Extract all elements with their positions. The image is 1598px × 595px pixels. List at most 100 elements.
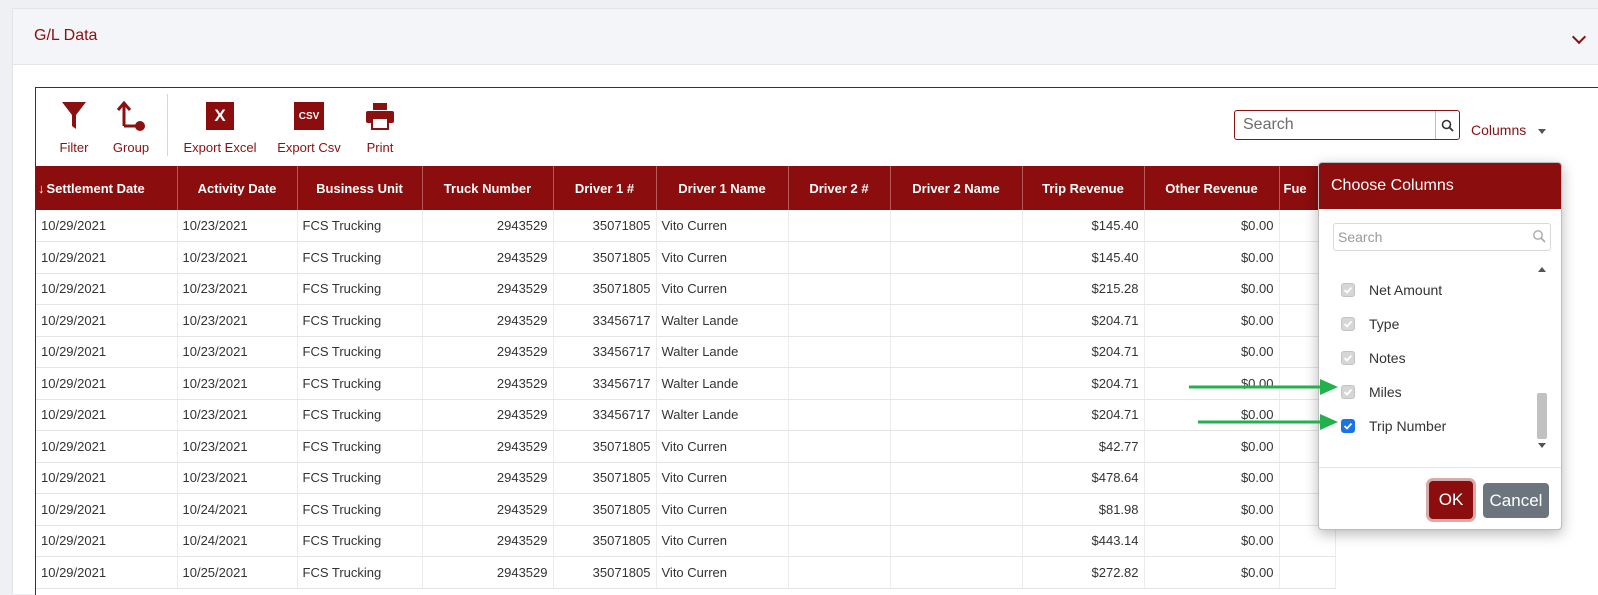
truck-number-cell: 2943529 — [422, 556, 554, 589]
print-button[interactable]: Print — [364, 98, 396, 155]
business-unit-cell: FCS Trucking — [297, 525, 423, 557]
table-row[interactable]: 10/29/2021 10/23/2021 FCS Trucking 2943529 3… — [36, 399, 1336, 431]
dialog-title: Choose Columns — [1319, 163, 1561, 209]
scroll-down-icon[interactable] — [1538, 443, 1546, 448]
business-unit-cell: FCS Trucking — [297, 336, 423, 368]
column-option-miles[interactable]: Miles — [1341, 381, 1402, 403]
grid-toolbar: Filter Group X Export Excel CSV Export C… — [36, 88, 1598, 166]
scroll-up-icon[interactable] — [1538, 267, 1546, 272]
search-icon — [1532, 229, 1546, 248]
driver-2-number-cell — [788, 273, 891, 305]
driver-1-name-cell: Vito Curren — [656, 556, 789, 589]
truck-number-cell: 2943529 — [422, 399, 554, 431]
table-row[interactable]: 10/29/2021 10/23/2021 FCS Trucking 2943529 3… — [36, 367, 1336, 400]
fuel-cell — [1279, 556, 1336, 589]
business-unit-cell: FCS Trucking — [297, 493, 423, 526]
col-header-activity-date[interactable]: Activity Date — [177, 166, 298, 210]
grid-search-input[interactable] — [1235, 111, 1435, 139]
table-row[interactable]: 10/29/2021 10/23/2021 FCS Trucking 2943529 3… — [36, 273, 1336, 305]
table-row[interactable]: 10/29/2021 10/24/2021 FCS Trucking 2943529 3… — [36, 493, 1336, 526]
table-row[interactable]: 10/29/2021 10/23/2021 FCS Trucking 2943529 3… — [36, 210, 1336, 242]
filter-button[interactable]: Filter — [54, 98, 94, 155]
column-option-net-amount[interactable]: Net Amount — [1341, 279, 1442, 301]
driver-2-name-cell — [890, 462, 1023, 494]
group-button[interactable]: Group — [110, 98, 152, 155]
driver-2-number-cell — [788, 210, 891, 242]
col-header-driver-1-number[interactable]: Driver 1 # — [553, 166, 657, 210]
checkbox[interactable] — [1341, 419, 1355, 433]
grid-search-box — [1234, 110, 1460, 140]
scroll-thumb[interactable] — [1537, 393, 1547, 439]
check-icon — [1343, 354, 1353, 362]
checkbox[interactable] — [1341, 283, 1355, 297]
arrow-right-icon — [1189, 379, 1338, 395]
col-header-other-revenue[interactable]: Other Revenue — [1144, 166, 1280, 210]
business-unit-cell: FCS Trucking — [297, 556, 423, 589]
activity-date-cell: 10/23/2021 — [177, 399, 298, 431]
group-label: Group — [112, 140, 150, 155]
driver-1-number-cell: 35071805 — [553, 210, 657, 242]
table-row[interactable]: 10/29/2021 10/24/2021 FCS Trucking 2943529 3… — [36, 525, 1336, 557]
checkbox[interactable] — [1341, 385, 1355, 399]
check-icon — [1343, 320, 1353, 328]
col-header-driver-1-name[interactable]: Driver 1 Name — [656, 166, 789, 210]
caret-down-icon[interactable] — [1538, 129, 1546, 134]
cancel-button[interactable]: Cancel — [1483, 483, 1549, 518]
driver-2-number-cell — [788, 493, 891, 526]
checkbox[interactable] — [1341, 317, 1355, 331]
export-csv-label: Export Csv — [277, 140, 341, 155]
filter-icon — [62, 102, 86, 129]
activity-date-cell: 10/23/2021 — [177, 430, 298, 463]
chevron-down-icon[interactable] — [1571, 29, 1587, 45]
col-header-truck-number[interactable]: Truck Number — [422, 166, 554, 210]
driver-1-number-cell: 35071805 — [553, 430, 657, 463]
trip-revenue-cell: $145.40 — [1022, 241, 1145, 274]
grid-search-button[interactable] — [1435, 111, 1459, 139]
sort-arrow-down-icon: ↓ — [38, 180, 45, 196]
table-row[interactable]: 10/29/2021 10/25/2021 FCS Trucking 2943529 3… — [36, 556, 1336, 589]
columns-button[interactable]: Columns — [1471, 122, 1526, 138]
csv-icon: CSV — [294, 102, 324, 130]
driver-2-name-cell — [890, 273, 1023, 305]
table-row[interactable]: 10/29/2021 10/23/2021 FCS Trucking 2943529 3… — [36, 336, 1336, 368]
trip-revenue-cell: $42.77 — [1022, 430, 1145, 463]
trip-revenue-cell: $204.71 — [1022, 399, 1145, 431]
truck-number-cell: 2943529 — [422, 430, 554, 463]
table-row[interactable]: 10/29/2021 10/23/2021 FCS Trucking 2943529 3… — [36, 462, 1336, 494]
col-header-settlement-date[interactable]: ↓ Settlement Date — [36, 166, 178, 210]
driver-2-name-cell — [890, 336, 1023, 368]
column-option-type[interactable]: Type — [1341, 313, 1399, 335]
activity-date-cell: 10/23/2021 — [177, 210, 298, 242]
trip-revenue-cell: $145.40 — [1022, 210, 1145, 242]
column-list-scrollbar[interactable] — [1535, 263, 1549, 455]
col-header-driver-2-name[interactable]: Driver 2 Name — [890, 166, 1023, 210]
column-option-notes[interactable]: Notes — [1341, 347, 1406, 369]
driver-1-name-cell: Vito Curren — [656, 462, 789, 494]
checkbox[interactable] — [1341, 351, 1355, 365]
table-row[interactable]: 10/29/2021 10/23/2021 FCS Trucking 2943529 3… — [36, 430, 1336, 463]
gl-table: ↓ Settlement Date Activity Date Business … — [36, 166, 1336, 589]
other-revenue-cell: $0.00 — [1144, 273, 1280, 305]
driver-1-number-cell: 35071805 — [553, 525, 657, 557]
col-header-driver-2-number[interactable]: Driver 2 # — [788, 166, 891, 210]
truck-number-cell: 2943529 — [422, 241, 554, 274]
settlement-date-cell: 10/29/2021 — [36, 210, 178, 242]
export-csv-button[interactable]: CSV Export Csv — [276, 98, 342, 155]
table-header-row: ↓ Settlement Date Activity Date Business … — [36, 166, 1336, 210]
table-row[interactable]: 10/29/2021 10/23/2021 FCS Trucking 2943529 3… — [36, 304, 1336, 337]
col-header-trip-revenue[interactable]: Trip Revenue — [1022, 166, 1145, 210]
table-row[interactable]: 10/29/2021 10/23/2021 FCS Trucking 2943529 3… — [36, 241, 1336, 274]
col-header-business-unit[interactable]: Business Unit — [297, 166, 423, 210]
truck-number-cell: 2943529 — [422, 273, 554, 305]
driver-1-number-cell: 35071805 — [553, 273, 657, 305]
truck-number-cell: 2943529 — [422, 304, 554, 337]
ok-button[interactable]: OK — [1429, 481, 1473, 519]
panel-header[interactable]: G/L Data — [13, 9, 1598, 65]
activity-date-cell: 10/23/2021 — [177, 336, 298, 368]
export-excel-button[interactable]: X Export Excel — [182, 98, 258, 155]
column-search-input[interactable] — [1334, 224, 1524, 250]
driver-2-number-cell — [788, 556, 891, 589]
column-option-trip-number[interactable]: Trip Number — [1341, 415, 1446, 437]
driver-2-name-cell — [890, 430, 1023, 463]
other-revenue-cell: $0.00 — [1144, 430, 1280, 463]
